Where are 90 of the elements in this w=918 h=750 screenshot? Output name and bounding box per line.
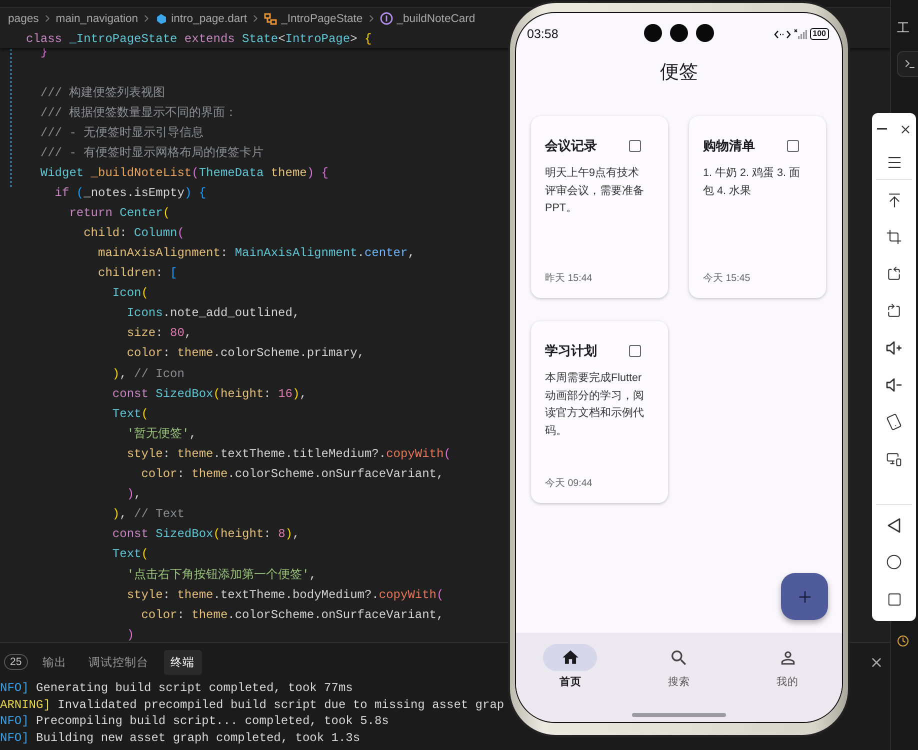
panel-tab[interactable]: 输出 <box>36 650 74 674</box>
breadcrumb-item[interactable]: intro_page.dart <box>171 12 248 24</box>
clock-icon <box>897 635 909 647</box>
add-button[interactable] <box>781 573 828 620</box>
code-line: ), // Text <box>111 507 184 522</box>
back-icon <box>887 518 901 532</box>
breadcrumb-item[interactable]: _buildNoteCard <box>396 12 476 24</box>
panel-tab[interactable]: 调试控制台 <box>82 650 156 674</box>
checkbox[interactable] <box>629 345 641 357</box>
code-line: Text( <box>111 547 148 562</box>
code-line: Icon( <box>111 286 148 300</box>
home-icon <box>886 554 902 570</box>
code-line: '点击右下角按钮添加第一个便签', <box>126 566 316 583</box>
code-line: child: Column( <box>82 226 184 240</box>
note-title: 购物清单 <box>703 137 755 155</box>
app-title: 便签 <box>660 61 698 85</box>
devices-icon <box>886 451 902 467</box>
note-title: 学习计划 <box>545 342 597 360</box>
minimize-button[interactable] <box>876 128 886 130</box>
note-card[interactable]: 学习计划 本周需要完成Flutter动画部分的学习，阅读官方文档和示例代码。 今天 09:44 <box>531 321 668 503</box>
code-line: /// - 无便签时显示引导信息 <box>39 124 204 141</box>
terminal-line: NFO] Precompiling build script... completed, took 5.8s <box>0 714 389 730</box>
battery-level: 100 <box>810 28 829 40</box>
terminal-line: NFO] Building new asset graph completed, took 1.3s <box>0 730 360 747</box>
status-time: 03:58 <box>527 27 558 41</box>
note-content: 明天上午9点有技术评审会议，需要准备PPT。 <box>545 166 645 216</box>
nav-item[interactable]: 搜索 <box>624 644 734 689</box>
breadcrumb-item[interactable]: main_navigation <box>56 12 138 24</box>
terminal-icon <box>904 58 916 70</box>
code-line: color: theme.colorScheme.onSurfaceVariant, <box>140 608 444 622</box>
code-line: mainAxisAlignment: MainAxisAlignment.center, <box>97 246 415 260</box>
crop-icon <box>886 229 902 245</box>
note-content: 本周需要完成Flutter动画部分的学习，阅读官方文档和示例代码。 <box>545 370 645 438</box>
rotate-left-icon <box>886 266 902 282</box>
note-content: 1. 牛奶 2. 鸡蛋 3. 面包 4. 水果 <box>703 166 802 198</box>
code-line: const SizedBox(height: 8), <box>111 527 300 542</box>
code-line: /// 根据便签数量显示不同的界面： <box>39 104 238 121</box>
camera-dot <box>670 24 688 42</box>
code-line: size: 80, <box>126 326 192 340</box>
code-line: style: theme.textTheme.titleMedium?.copyWith( <box>126 446 451 461</box>
close-icon <box>898 122 912 136</box>
breadcrumb-item[interactable]: pages <box>8 12 39 24</box>
code-line: /// 构建便签列表视图 <box>39 84 166 101</box>
volume-up-icon <box>885 340 903 356</box>
rotate-right-icon <box>886 303 902 319</box>
panel-heading: 工 <box>897 20 910 37</box>
code-line: Widget _buildNoteList(ThemeData theme) { <box>39 166 328 180</box>
code-line: const SizedBox(height: 16), <box>111 386 307 401</box>
code-line: color: theme.colorScheme.primary, <box>126 346 364 360</box>
breadcrumb-item[interactable]: _IntroPageState <box>281 12 363 24</box>
code-line: ) <box>126 628 134 642</box>
code-line: Text( <box>111 406 148 421</box>
close-button[interactable] <box>898 122 912 136</box>
nav-item[interactable]: 首页 <box>516 644 625 689</box>
search-icon <box>668 648 689 668</box>
volume-down-icon <box>885 377 903 393</box>
sticky-code-line: class _IntroPageState extends State<IntroPage> { <box>26 32 372 46</box>
note-card[interactable]: 购物清单 1. 牛奶 2. 鸡蛋 3. 面包 4. 水果 今天 15:45 <box>689 116 826 298</box>
note-card[interactable]: 会议记录 明天上午9点有技术评审会议，需要准备PPT。 昨天 15:44 <box>531 116 668 298</box>
note-time: 今天 15:45 <box>703 272 752 285</box>
code-line: ), // Icon <box>111 366 184 381</box>
checkbox[interactable] <box>629 140 641 152</box>
nav-item[interactable]: 我的 <box>733 644 842 689</box>
code-line: style: theme.textTheme.bodyMedium?.copyWith( <box>126 588 444 602</box>
camera-dot <box>644 24 662 42</box>
code-line: '暂无便签', <box>126 426 196 442</box>
note-title: 会议记录 <box>545 137 597 155</box>
terminal-line: ARNING] Invalidated precompiled build script due to missing asset grap <box>0 698 504 714</box>
home-icon <box>560 648 580 667</box>
panel-tab[interactable]: 终端 <box>164 650 202 674</box>
camera-dot <box>696 24 714 42</box>
note-time: 今天 09:44 <box>545 477 594 490</box>
checkbox[interactable] <box>787 140 799 152</box>
code-line: children: [ <box>97 266 178 280</box>
problems-count: 25 <box>4 654 28 670</box>
dart-file-icon <box>155 12 168 24</box>
code-line: /// - 有便签时显示网格布局的便签卡片 <box>39 145 264 162</box>
code-line: color: theme.colorScheme.onSurfaceVariant, <box>140 467 444 482</box>
method-icon <box>380 12 393 25</box>
code-line: if (_notes.isEmpty) { <box>54 186 206 200</box>
note-time: 昨天 15:44 <box>545 272 594 285</box>
signal-icon <box>794 29 807 39</box>
code-line: return Center( <box>68 206 170 220</box>
code-line: Icons.note_add_outlined, <box>126 306 300 320</box>
code-icon <box>774 30 791 38</box>
terminal-line: NFO] Generating build script completed, took 77ms <box>0 681 353 697</box>
overview-icon <box>886 592 902 606</box>
minimize-icon <box>876 128 886 130</box>
class-icon <box>264 12 278 24</box>
code-line: ), <box>126 487 142 502</box>
